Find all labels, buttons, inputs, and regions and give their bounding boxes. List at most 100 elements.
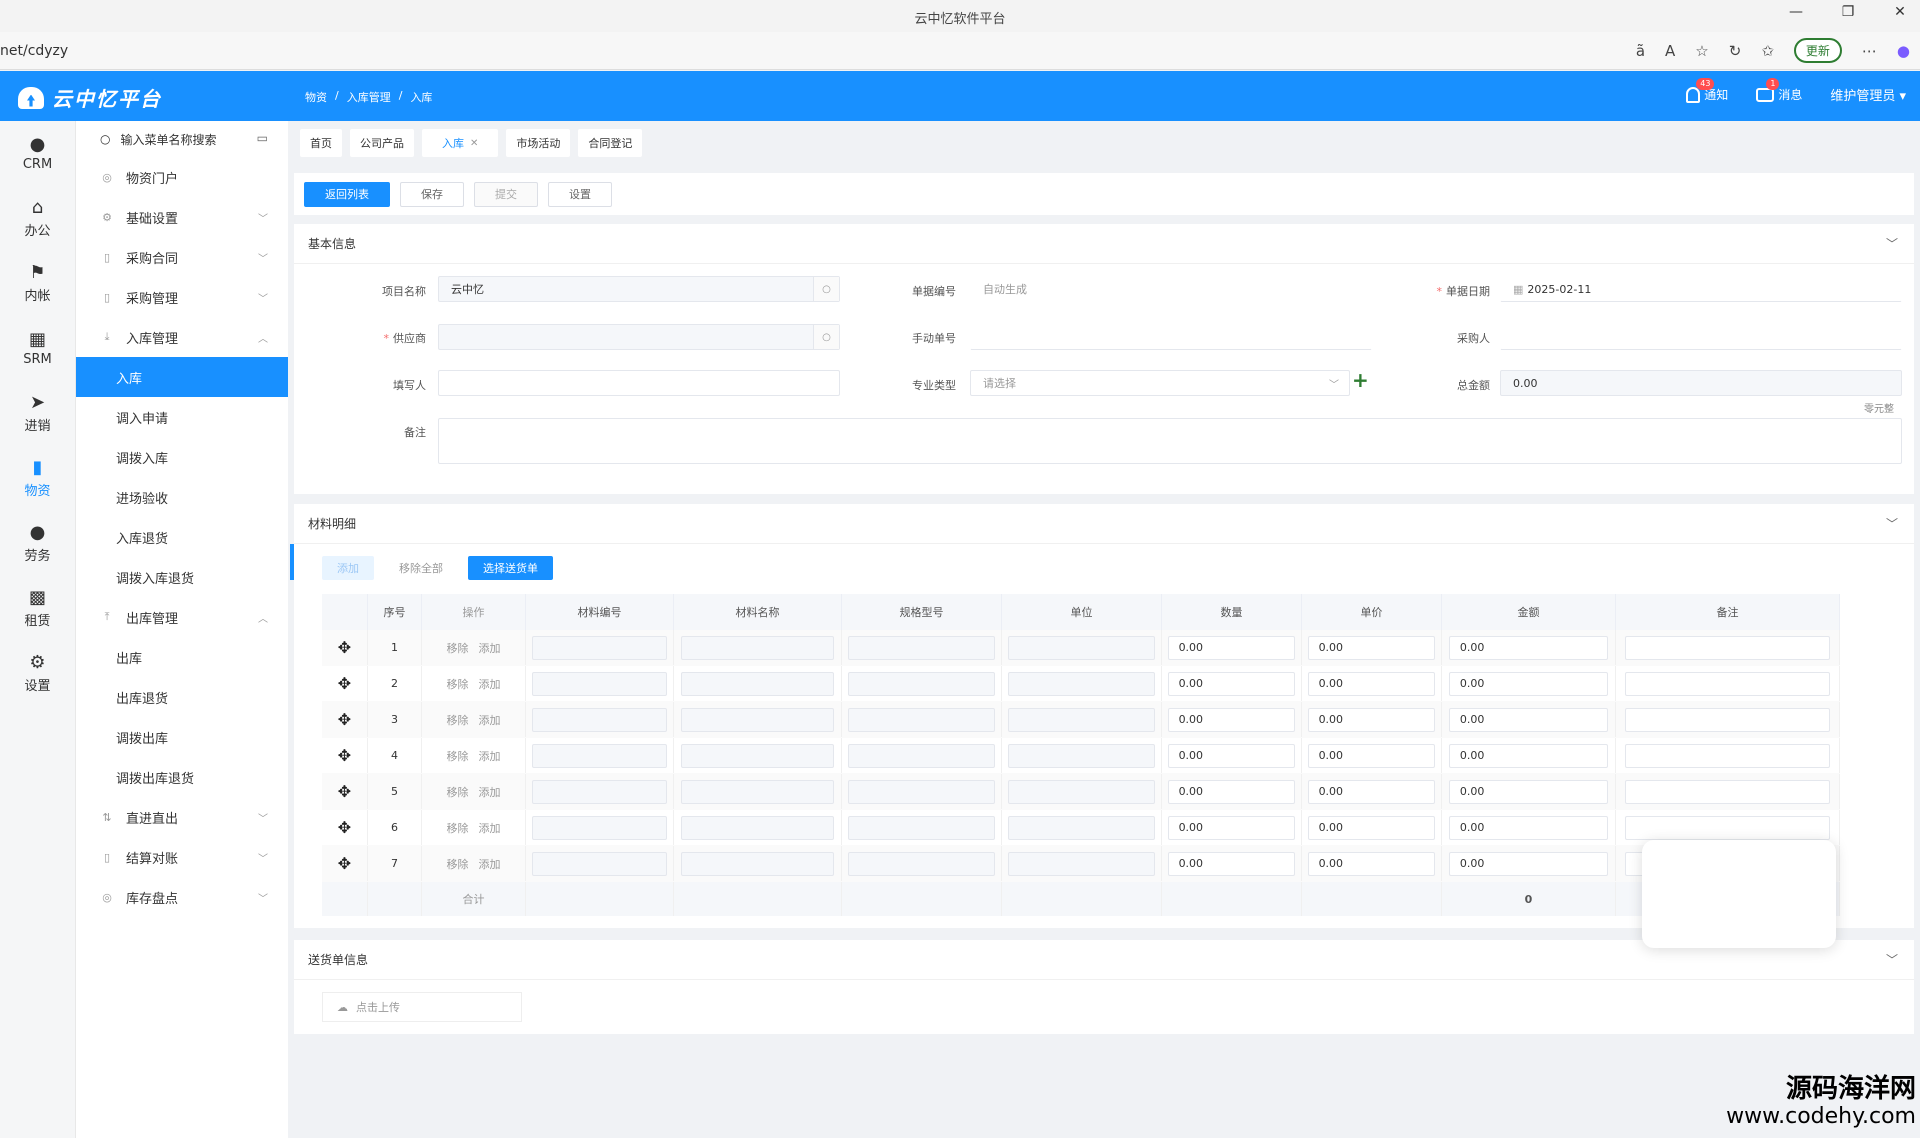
material-name-input[interactable] [680, 671, 835, 696]
menu-search-input[interactable]: 输入菜单名称搜索 [120, 131, 216, 148]
quantity-input[interactable]: 0.00 [1167, 851, 1296, 876]
search-icon[interactable]: ○ [813, 325, 839, 349]
spec-input[interactable] [848, 851, 995, 876]
quantity-input[interactable]: 0.00 [1167, 635, 1296, 660]
unit-input[interactable] [1008, 707, 1155, 732]
row-remove-link[interactable]: 移除 [447, 820, 469, 836]
spec-input[interactable] [848, 815, 995, 840]
refresh-icon[interactable]: ↻ [1729, 42, 1742, 60]
close-icon[interactable]: ✕ [1890, 4, 1910, 20]
material-code-input[interactable] [531, 635, 668, 660]
amount-input[interactable]: 0.00 [1448, 707, 1609, 732]
unit-input[interactable] [1008, 671, 1155, 696]
price-input[interactable]: 0.00 [1307, 851, 1436, 876]
amount-input[interactable]: 0.00 [1448, 815, 1609, 840]
more-icon[interactable]: ⋯ [1862, 42, 1877, 60]
add-type-icon[interactable]: + [1352, 368, 1369, 392]
unit-input[interactable] [1008, 743, 1155, 768]
module-labor[interactable]: ● 劳务 [0, 511, 75, 576]
row-add-link[interactable]: 添加 [479, 784, 501, 800]
message-button[interactable]: 1 消息 [1756, 78, 1802, 103]
menu-item-inbound[interactable]: 入库 [76, 357, 288, 397]
address-bar[interactable]: net/cdyzy ã A ☆ ↻ ✩ 更新 ⋯ ● [0, 32, 1920, 70]
material-code-input[interactable] [531, 815, 668, 840]
unit-input[interactable] [1008, 779, 1155, 804]
row-remove-link[interactable]: 移除 [447, 784, 469, 800]
tab-inbound[interactable]: 入库 ✕ [422, 129, 499, 157]
unit-input[interactable] [1008, 815, 1155, 840]
spec-input[interactable] [848, 743, 995, 768]
menu-item-purchase-manage[interactable]: ▯ 采购管理 ﹀ [76, 277, 288, 317]
floating-widget[interactable] [1642, 840, 1836, 948]
menu-item-basic-settings[interactable]: ⚙ 基础设置 ﹀ [76, 197, 288, 237]
menu-item-site-acceptance[interactable]: 进场验收 [76, 477, 288, 517]
quantity-input[interactable]: 0.00 [1167, 743, 1296, 768]
quantity-input[interactable]: 0.00 [1167, 707, 1296, 732]
panel-header[interactable]: 基本信息 ﹀ [294, 224, 1914, 264]
manual-no-field[interactable] [970, 324, 1372, 350]
remove-all-button[interactable]: 移除全部 [384, 556, 458, 580]
spec-input[interactable] [848, 707, 995, 732]
tab-home[interactable]: 首页 [300, 129, 342, 157]
amount-input[interactable]: 0.00 [1448, 779, 1609, 804]
material-code-input[interactable] [531, 743, 668, 768]
quantity-input[interactable]: 0.00 [1167, 779, 1296, 804]
spec-input[interactable] [848, 635, 995, 660]
row-remove-link[interactable]: 移除 [447, 676, 469, 692]
quantity-input[interactable]: 0.00 [1167, 671, 1296, 696]
row-remove-link[interactable]: 移除 [447, 856, 469, 872]
module-sales[interactable]: ➤ 进销 [0, 381, 75, 446]
row-add-link[interactable]: 添加 [479, 712, 501, 728]
menu-item-inbound-return[interactable]: 入库退货 [76, 517, 288, 557]
material-code-input[interactable] [531, 851, 668, 876]
drag-handle-icon[interactable]: ✥ [322, 702, 368, 737]
chevron-down-icon[interactable]: ﹀ [1886, 951, 1898, 968]
chevron-down-icon[interactable]: ﹀ [1886, 515, 1898, 532]
material-code-input[interactable] [531, 671, 668, 696]
price-input[interactable]: 0.00 [1307, 707, 1436, 732]
quantity-input[interactable]: 0.00 [1167, 815, 1296, 840]
save-button[interactable]: 保存 [400, 181, 464, 207]
row-remark-input[interactable] [1624, 707, 1831, 732]
filler-field[interactable] [438, 370, 840, 396]
buyer-field[interactable] [1500, 324, 1902, 350]
menu-item-inventory-count[interactable]: ◎ 库存盘点 ﹀ [76, 877, 288, 917]
menu-item-transfer-inbound-return[interactable]: 调拨入库退货 [76, 557, 288, 597]
menu-item-settlement[interactable]: ▯ 结算对账 ﹀ [76, 837, 288, 877]
material-name-input[interactable] [680, 707, 835, 732]
read-aloud-icon[interactable]: A [1665, 42, 1675, 60]
module-ledger[interactable]: ⚑ 内帐 [0, 251, 75, 316]
row-remark-input[interactable] [1624, 635, 1831, 660]
panel-header[interactable]: 材料明细 ﹀ [294, 504, 1914, 544]
price-input[interactable]: 0.00 [1307, 815, 1436, 840]
module-office[interactable]: ⌂ 办公 [0, 186, 75, 251]
module-crm[interactable]: ● CRM [0, 121, 75, 186]
price-input[interactable]: 0.00 [1307, 635, 1436, 660]
spec-input[interactable] [848, 671, 995, 696]
amount-input[interactable]: 0.00 [1448, 635, 1609, 660]
supplier-field[interactable]: ○ [438, 324, 840, 350]
menu-item-inbound-manage[interactable]: ⤓ 入库管理 ︿ [76, 317, 288, 357]
close-icon[interactable]: ✕ [470, 138, 478, 149]
module-lease[interactable]: ▩ 租赁 [0, 576, 75, 641]
material-name-input[interactable] [680, 743, 835, 768]
breadcrumb-item[interactable]: 入库管理 [347, 89, 391, 105]
material-name-input[interactable] [680, 779, 835, 804]
row-remark-input[interactable] [1624, 743, 1831, 768]
add-row-button[interactable]: 添加 [322, 556, 374, 580]
price-input[interactable]: 0.00 [1307, 671, 1436, 696]
favorites-icon[interactable]: ✩ [1761, 42, 1774, 60]
row-add-link[interactable]: 添加 [479, 676, 501, 692]
material-name-input[interactable] [680, 635, 835, 660]
menu-item-transfer-outbound[interactable]: 调拨出库 [76, 717, 288, 757]
row-remove-link[interactable]: 移除 [447, 748, 469, 764]
row-remove-link[interactable]: 移除 [447, 640, 469, 656]
chevron-down-icon[interactable]: ﹀ [1886, 235, 1898, 252]
menu-item-transfer-request[interactable]: 调入申请 [76, 397, 288, 437]
back-to-list-button[interactable]: 返回列表 [304, 181, 390, 207]
module-srm[interactable]: ▦ SRM [0, 316, 75, 381]
row-add-link[interactable]: 添加 [479, 856, 501, 872]
drag-handle-icon[interactable]: ✥ [322, 846, 368, 881]
menu-item-outbound-manage[interactable]: ⤒ 出库管理 ︿ [76, 597, 288, 637]
row-remove-link[interactable]: 移除 [447, 712, 469, 728]
